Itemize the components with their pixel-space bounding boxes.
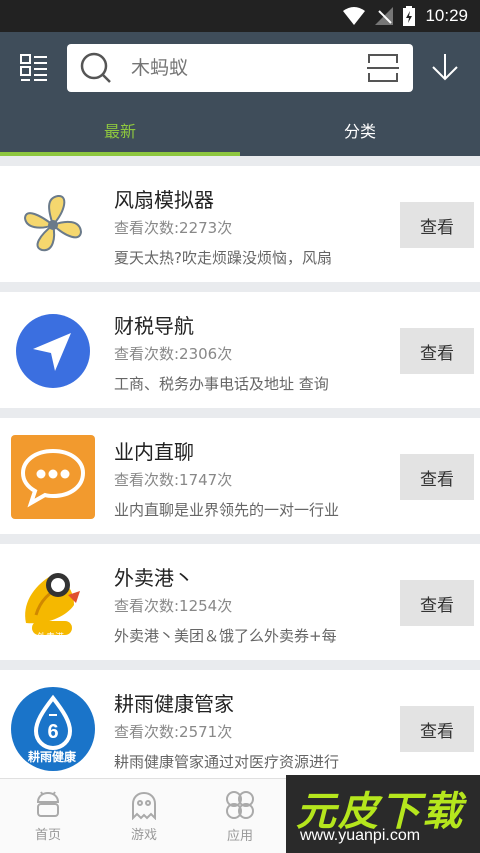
wifi-icon — [343, 7, 366, 25]
watermark-url: www.yuanpi.com — [300, 827, 421, 844]
view-count: 查看次数:2306次 — [114, 345, 233, 363]
tab-bar: 最新 分类 — [0, 104, 480, 156]
clock: 10:29 — [425, 6, 468, 25]
app-description: 工商、税务办事电话及地址 查询 — [114, 375, 329, 393]
tab-latest[interactable]: 最新 — [0, 104, 240, 156]
icon-label: 外卖港 — [37, 633, 65, 643]
nav-apps[interactable]: 应用 — [192, 779, 288, 853]
view-count: 查看次数:1747次 — [114, 471, 233, 489]
status-bar: 10:29 — [0, 0, 480, 32]
nav-label: 首页 — [34, 828, 61, 843]
app-title: 外卖港丶 — [114, 566, 194, 590]
view-count: 查看次数:1254次 — [114, 597, 233, 615]
app-description: 耕雨健康管家通过对医疗资源进行 — [114, 753, 340, 771]
ghost-icon — [132, 791, 156, 820]
app-title: 风扇模拟器 — [114, 188, 214, 212]
chat-bubble-icon — [10, 434, 96, 520]
apps-icon — [226, 791, 254, 819]
app-description: 业内直聊是业界领先的一对一行业 — [114, 501, 340, 519]
icon-label: 耕雨健康 — [28, 750, 77, 764]
svg-text:6: 6 — [47, 721, 58, 743]
nav-label: 应用 — [226, 829, 253, 844]
header: 最新 分类 — [0, 32, 480, 156]
list-item[interactable]: 6 耕雨健康 耕雨健康管家 查看次数:2571次 耕雨健康管家通过对医疗资源进行… — [0, 670, 480, 786]
android-icon — [36, 791, 60, 817]
app-description: 外卖港丶美团＆饿了么外卖券+每 — [114, 627, 337, 645]
list-item[interactable]: 风扇模拟器 查看次数:2273次 夏天太热?吹走烦躁没烦恼，风扇 查看 — [0, 166, 480, 282]
download-icon[interactable] — [430, 52, 460, 86]
nav-label: 游戏 — [130, 828, 157, 843]
view-button[interactable]: 查看 — [400, 580, 474, 626]
nav-games[interactable]: 游戏 — [96, 779, 192, 853]
app-title: 财税导航 — [114, 314, 194, 338]
watermark-logo: 元皮下载 www.yuanpi.com — [286, 775, 480, 853]
app-description: 夏天太热?吹走烦躁没烦恼，风扇 — [114, 249, 332, 267]
signal-icon — [375, 7, 394, 25]
search-input[interactable] — [131, 57, 351, 79]
list-item[interactable]: 外卖港 外卖港丶 查看次数:1254次 外卖港丶美团＆饿了么外卖券+每 查看 — [0, 544, 480, 660]
view-button[interactable]: 查看 — [400, 454, 474, 500]
list-item[interactable]: 业内直聊 查看次数:1747次 业内直聊是业界领先的一对一行业 查看 — [0, 418, 480, 534]
view-button[interactable]: 查看 — [400, 202, 474, 248]
rocket-icon: 外卖港 — [10, 560, 96, 646]
scan-icon[interactable] — [367, 53, 399, 87]
view-button[interactable]: 查看 — [400, 706, 474, 752]
nav-home[interactable]: 首页 — [0, 779, 96, 853]
view-count: 查看次数:2273次 — [114, 219, 233, 237]
app-title: 耕雨健康管家 — [114, 692, 234, 716]
menu-icon[interactable] — [18, 52, 50, 84]
view-button[interactable]: 查看 — [400, 328, 474, 374]
app-title: 业内直聊 — [114, 440, 194, 464]
fan-icon — [10, 182, 96, 268]
battery-icon — [403, 6, 416, 26]
search-icon — [67, 51, 125, 85]
navigation-arrow-icon — [10, 308, 96, 394]
search-box[interactable] — [67, 44, 413, 92]
tab-categories[interactable]: 分类 — [240, 104, 480, 156]
list-item[interactable]: 财税导航 查看次数:2306次 工商、税务办事电话及地址 查询 查看 — [0, 292, 480, 408]
health-drop-icon: 6 耕雨健康 — [10, 686, 96, 772]
view-count: 查看次数:2571次 — [114, 723, 233, 741]
